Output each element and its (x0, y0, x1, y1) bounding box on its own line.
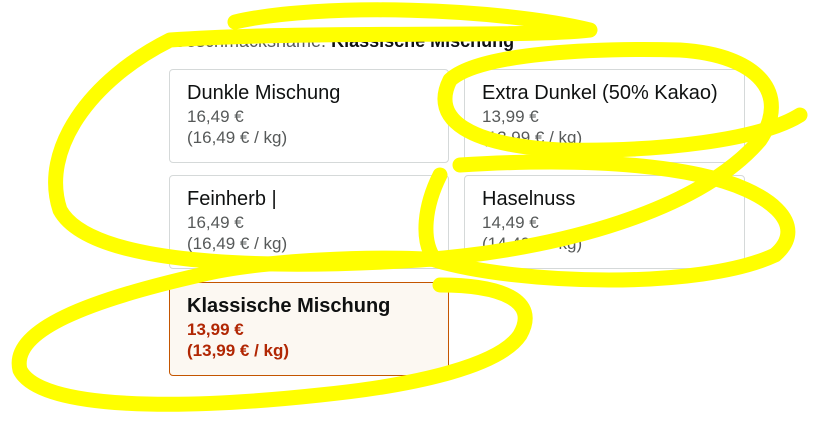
option-price: 16,49 € (187, 107, 244, 126)
option-name: Feinherb | (187, 188, 277, 210)
option-price: 14,49 € (482, 213, 539, 232)
option-unit-price: (16,49 € / kg) (187, 128, 288, 147)
flavor-option-klassische-mischung[interactable]: Klassische Mischung 13,99 € (13,99 € / k… (169, 282, 449, 376)
flavor-option-extra-dunkel[interactable]: Extra Dunkel (50% Kakao) 13,99 € (13,99 … (464, 69, 745, 163)
product-variant-page: Geschmacksname: Klassische Mischung Dunk… (0, 0, 813, 429)
option-price: 13,99 € (187, 320, 244, 339)
option-price: 13,99 € (482, 107, 539, 126)
option-name: Klassische Mischung (187, 295, 391, 317)
option-price: 16,49 € (187, 213, 244, 232)
selected-flavor-value: Klassische Mischung (331, 31, 515, 51)
option-name: Extra Dunkel (50% Kakao) (482, 82, 718, 104)
flavor-option-dunkle-mischung[interactable]: Dunkle Mischung 16,49 € (16,49 € / kg) (169, 69, 449, 163)
flavor-option-feinherb[interactable]: Feinherb | 16,49 € (16,49 € / kg) (169, 175, 449, 269)
flavor-label: Geschmacksname: (172, 31, 327, 51)
option-name: Dunkle Mischung (187, 82, 341, 104)
option-unit-price: (14,49 € / kg) (482, 234, 583, 253)
flavor-header: Geschmacksname: Klassische Mischung (172, 31, 514, 52)
option-unit-price: (13,99 € / kg) (187, 341, 290, 360)
flavor-option-haselnuss[interactable]: Haselnuss 14,49 € (14,49 € / kg) (464, 175, 745, 269)
option-unit-price: (13,99 € / kg) (482, 128, 583, 147)
option-name: Haselnuss (482, 188, 576, 210)
option-unit-price: (16,49 € / kg) (187, 234, 288, 253)
